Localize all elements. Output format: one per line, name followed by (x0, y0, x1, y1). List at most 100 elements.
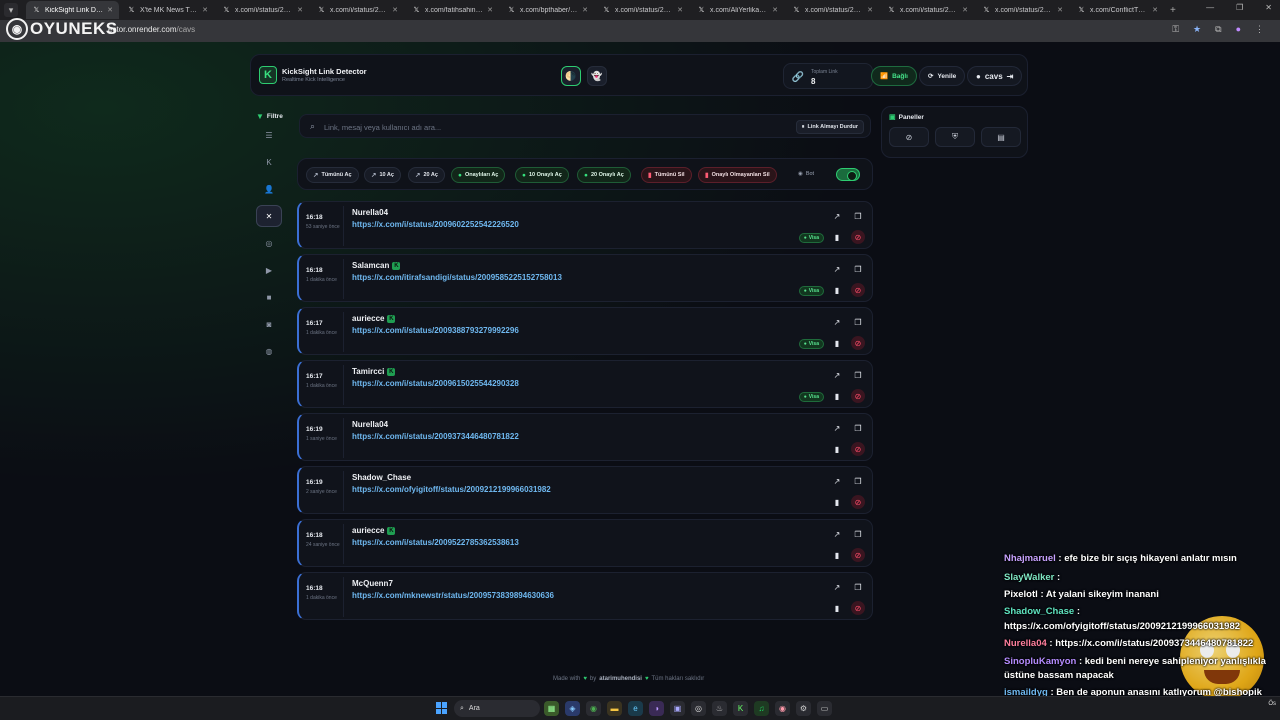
open-10-button[interactable]: ↗ 10 Aç (364, 167, 401, 183)
minimize-icon[interactable]: — (1206, 3, 1214, 12)
link-url[interactable]: https://x.com/i/status/20093887932799922… (352, 326, 519, 335)
filter-camera[interactable]: ◙ (256, 313, 282, 335)
link-url[interactable]: https://x.com/i/status/20095227853625386… (352, 538, 519, 547)
shield-panel-button[interactable]: ⛨ (935, 127, 975, 147)
open-link-button[interactable]: ↗ (830, 421, 844, 435)
browser-tab[interactable]: 𝕏x.com/i/status/200961 ✕ (786, 1, 879, 19)
terminal-icon[interactable]: ▭ (817, 701, 832, 716)
file-explorer-icon[interactable]: ▬ (607, 701, 622, 716)
copy-link-button[interactable]: ❐ (851, 368, 865, 382)
tab-search-button[interactable]: ▾ (4, 3, 18, 17)
browser-tab[interactable]: 𝕏x.com/i/status/200937 ✕ (216, 1, 309, 19)
delete-link-button[interactable]: ▮ (830, 601, 844, 615)
delete-link-button[interactable]: ▮ (830, 389, 844, 403)
theme-avatar-icon[interactable]: 🌗 (561, 66, 581, 86)
maximize-icon[interactable]: ❐ (1236, 3, 1243, 12)
open-link-button[interactable]: ↗ (830, 209, 844, 223)
open-link-button[interactable]: ↗ (830, 580, 844, 594)
link-url[interactable]: https://x.com/mknewstr/status/2009573839… (352, 591, 554, 600)
tab-close-icon[interactable]: ✕ (1152, 6, 1158, 14)
stop-links-button[interactable]: ⏸ Link Almayı Durdur (795, 120, 864, 134)
delete-link-button[interactable]: ▮ (830, 495, 844, 509)
tab-close-icon[interactable]: ✕ (297, 6, 303, 14)
browser-tab[interactable]: 𝕏x.com/i/status/200952 ✕ (881, 1, 974, 19)
close-window-icon[interactable]: ✕ (1265, 3, 1272, 12)
app-icon[interactable]: ▣ (670, 701, 685, 716)
browser-tab[interactable]: 𝕏x.com/AliYerlikaya/stat ✕ (691, 1, 784, 19)
ban-user-button[interactable]: ⊘ (851, 389, 865, 403)
open-link-button[interactable]: ↗ (830, 527, 844, 541)
search-input[interactable] (324, 119, 764, 135)
archive-panel-button[interactable]: ▤ (981, 127, 1021, 147)
filter-globe[interactable]: ◍ (256, 340, 282, 362)
ban-user-button[interactable]: ⊘ (851, 230, 865, 244)
link-url[interactable]: https://x.com/i/status/20093734464807818… (352, 432, 519, 441)
tab-close-icon[interactable]: ✕ (582, 6, 588, 14)
windows-start-icon[interactable] (436, 702, 448, 714)
spotify-icon[interactable]: ♫ (754, 701, 769, 716)
ban-user-button[interactable]: ⊘ (851, 601, 865, 615)
browser-tab[interactable]: 𝕏 KickSight Link Detecto ✕ (26, 1, 119, 19)
filter-youtube[interactable]: ▶ (256, 259, 282, 281)
link-url[interactable]: https://x.com/i/status/20096022525422265… (352, 220, 519, 229)
copilot-icon[interactable]: ◈ (565, 701, 580, 716)
open-approved-button[interactable]: ● Onaylıları Aç (451, 167, 506, 183)
open-link-button[interactable]: ↗ (830, 315, 844, 329)
chrome-icon[interactable]: ◉ (586, 701, 601, 716)
tab-close-icon[interactable]: ✕ (107, 6, 113, 14)
refresh-button[interactable]: ⟳ Yenile (919, 66, 966, 86)
delete-unapproved-button[interactable]: ▮ Onaylı Olmayanları Sil (698, 167, 777, 183)
new-tab-button[interactable]: + (1170, 5, 1176, 16)
tab-close-icon[interactable]: ✕ (962, 6, 968, 14)
user-menu[interactable]: ● cavs ⇥ (967, 66, 1023, 86)
tab-close-icon[interactable]: ✕ (772, 6, 778, 14)
delete-link-button[interactable]: ▮ (830, 336, 844, 350)
copy-link-button[interactable]: ❐ (851, 262, 865, 276)
copy-link-button[interactable]: ❐ (851, 580, 865, 594)
browser-tab[interactable]: 𝕏x.com/bpthaber/status ✕ (501, 1, 594, 19)
copy-link-button[interactable]: ❐ (851, 474, 865, 488)
link-url[interactable]: https://x.com/i/status/20096150255442903… (352, 379, 519, 388)
open-10-approved-button[interactable]: ● 10 Onaylı Aç (515, 167, 569, 183)
open-link-button[interactable]: ↗ (830, 474, 844, 488)
filter-video[interactable]: ■ (256, 286, 282, 308)
tab-close-icon[interactable]: ✕ (867, 6, 873, 14)
open-link-button[interactable]: ↗ (830, 262, 844, 276)
filter-instagram[interactable]: ◎ (256, 232, 282, 254)
widgets-icon[interactable]: ▦ (544, 701, 559, 716)
filter-x[interactable]: ✕ (256, 205, 282, 227)
chrome-alt-icon[interactable]: ◉ (775, 701, 790, 716)
tab-close-icon[interactable]: ✕ (392, 6, 398, 14)
ban-panel-button[interactable]: ⊘ (889, 127, 929, 147)
browser-tab[interactable]: 𝕏x.com/i/status/200955 ✕ (596, 1, 689, 19)
delete-link-button[interactable]: ▮ (830, 548, 844, 562)
copy-link-button[interactable]: ❐ (851, 209, 865, 223)
kick-taskbar-icon[interactable]: K (733, 701, 748, 716)
ban-user-button[interactable]: ⊘ (851, 495, 865, 509)
delete-link-button[interactable]: ▮ (830, 283, 844, 297)
tab-close-icon[interactable]: ✕ (677, 6, 683, 14)
copy-link-button[interactable]: ❐ (851, 527, 865, 541)
url-field[interactable]: ector.onrender.com/cavs (108, 25, 195, 34)
key-icon[interactable]: ⚿ (1172, 24, 1179, 35)
link-url[interactable]: https://x.com/itirafsandigi/status/20095… (352, 273, 562, 282)
footer-author[interactable]: atarimuhendisi (599, 676, 642, 682)
copy-link-button[interactable]: ❐ (851, 315, 865, 329)
open-all-button[interactable]: ↗ Tümünü Aç (306, 167, 359, 183)
ban-user-button[interactable]: ⊘ (851, 336, 865, 350)
delete-all-button[interactable]: ▮ Tümünü Sil (641, 167, 692, 183)
discord-icon[interactable]: ◑ (649, 701, 664, 716)
filter-list[interactable]: ☰ (256, 124, 282, 146)
browser-tab[interactable]: 𝕏 X'te MK News TR: " ✕ (121, 1, 214, 19)
bookmark-star-icon[interactable]: ★ (1193, 24, 1201, 35)
open-20-approved-button[interactable]: ● 20 Onaylı Aç (577, 167, 631, 183)
edge-icon[interactable]: e (628, 701, 643, 716)
link-url[interactable]: https://x.com/ofyigitoff/status/20092121… (352, 485, 551, 494)
ban-user-button[interactable]: ⊘ (851, 548, 865, 562)
taskbar-search[interactable]: ⌕ Ara (454, 700, 540, 717)
open-20-button[interactable]: ↗ 20 Aç (408, 167, 445, 183)
ban-user-button[interactable]: ⊘ (851, 442, 865, 456)
tab-close-icon[interactable]: ✕ (487, 6, 493, 14)
ban-user-button[interactable]: ⊘ (851, 283, 865, 297)
settings-icon[interactable]: ⚙ (796, 701, 811, 716)
